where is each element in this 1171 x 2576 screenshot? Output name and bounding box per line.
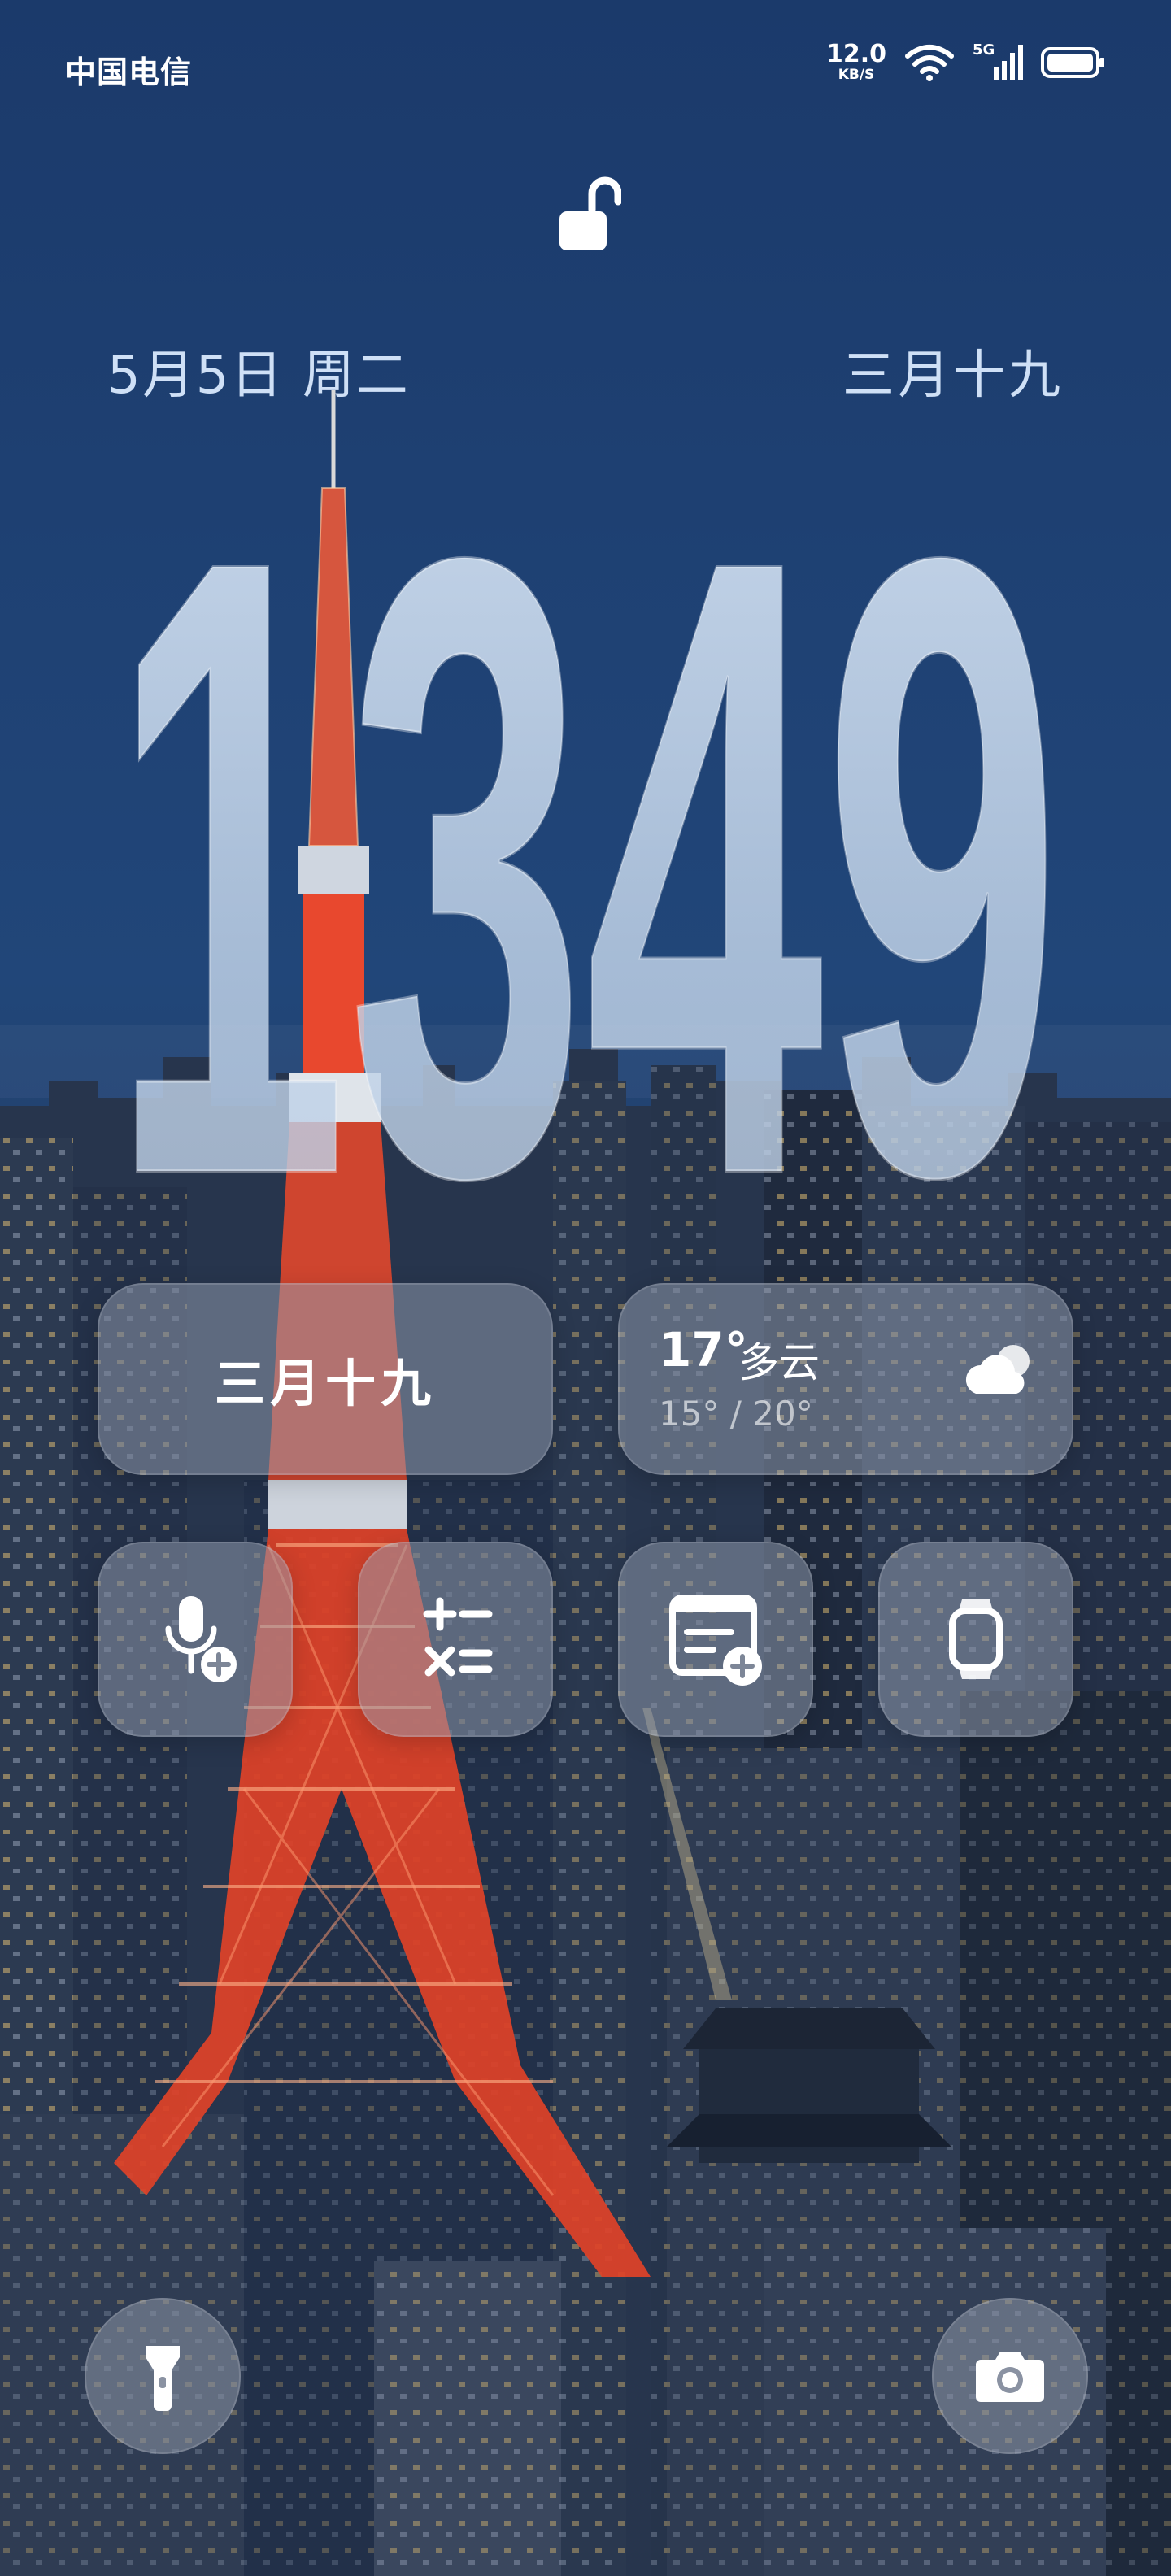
- status-icons: 12.0 KB/S 5G: [826, 41, 1106, 82]
- network-speed: 12.0 KB/S: [826, 42, 886, 82]
- signal-icon: 5G: [973, 41, 1023, 82]
- weather-widget[interactable]: 17° 多云 15° / 20°: [618, 1283, 1073, 1475]
- lunar-widget-text: 三月十九: [214, 1354, 436, 1413]
- unlock-icon[interactable]: [556, 174, 621, 255]
- calculator-icon: [423, 1597, 493, 1677]
- watch-shortcut[interactable]: [878, 1542, 1073, 1737]
- battery-icon: [1041, 46, 1104, 78]
- camera-icon: [976, 2352, 1044, 2402]
- smartwatch-icon: [949, 1599, 1003, 1679]
- cloud-icon: [965, 1345, 1030, 1394]
- status-bar: 中国电信 12.0 KB/S 5G: [0, 0, 1171, 138]
- calculator-shortcut[interactable]: [358, 1542, 553, 1737]
- weather-condition: 多云: [738, 1339, 820, 1386]
- weather-range: 15° / 20°: [659, 1394, 813, 1434]
- camera-button[interactable]: [932, 2298, 1088, 2454]
- flashlight-icon: [146, 2346, 180, 2411]
- note-plus-icon: [669, 1595, 762, 1686]
- clock-time: 1349: [110, 423, 1061, 1203]
- lunar-date: 三月十九: [842, 346, 1064, 406]
- mic-plus-icon: [165, 1596, 237, 1682]
- clock-display: 1349: [108, 423, 1063, 1203]
- new-note-shortcut[interactable]: [618, 1542, 813, 1737]
- flashlight-button[interactable]: [85, 2298, 241, 2454]
- lunar-calendar-widget[interactable]: 三月十九: [98, 1283, 553, 1475]
- voice-recorder-shortcut[interactable]: [98, 1542, 293, 1737]
- net-speed-value: 12.0: [825, 40, 886, 68]
- weather-temp: 17°: [659, 1322, 748, 1377]
- net-speed-unit: KB/S: [838, 67, 875, 83]
- wifi-icon: [905, 44, 954, 81]
- solar-date: 5月5日 周二: [107, 346, 410, 406]
- carrier-name: 中国电信: [65, 54, 193, 90]
